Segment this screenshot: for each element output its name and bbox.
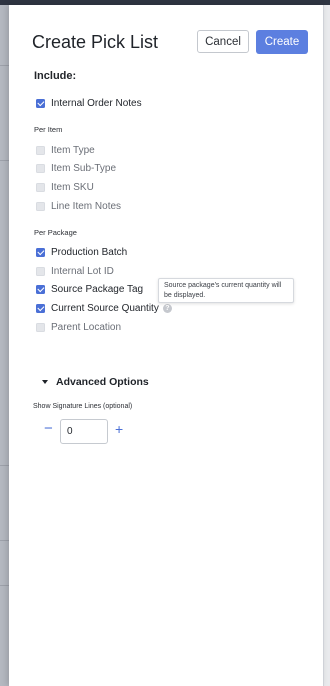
background-divider	[0, 540, 9, 541]
background-divider	[0, 160, 9, 161]
checkbox[interactable]	[36, 145, 45, 155]
scrollbar-track[interactable]	[324, 5, 330, 686]
background-divider	[0, 465, 9, 466]
option-item-type[interactable]: Item Type	[36, 142, 95, 158]
create-pick-list-panel: Create Pick List Cancel Create Include: …	[9, 5, 324, 686]
checkbox[interactable]	[36, 322, 45, 332]
option-label: Internal Lot ID	[51, 265, 114, 277]
signature-lines-label: Show Signature Lines (optional)	[33, 403, 133, 410]
signature-lines-input[interactable]: 0	[60, 419, 108, 444]
option-label: Line Item Notes	[51, 200, 122, 212]
option-label: Source Package Tag	[51, 283, 144, 295]
option-label: Parent Location	[51, 321, 122, 333]
advanced-options-toggle[interactable]: Advanced Options	[42, 376, 149, 388]
option-item-sku[interactable]: Item SKU	[36, 179, 94, 195]
option-internal-order-notes[interactable]: Internal Order Notes	[36, 95, 142, 111]
caret-down-icon	[42, 380, 48, 384]
question-icon[interactable]: ?	[162, 303, 172, 313]
per-package-heading: Per Package	[34, 228, 77, 237]
checkbox[interactable]	[36, 98, 45, 108]
option-current-source-quantity[interactable]: Current Source Quantity ?	[36, 300, 172, 316]
option-label: Item Type	[51, 144, 95, 156]
checkbox[interactable]	[36, 182, 45, 192]
background-divider	[0, 585, 9, 586]
background-page	[0, 5, 9, 686]
option-label: Production Batch	[51, 246, 128, 258]
checkbox[interactable]	[36, 163, 45, 173]
option-label: Current Source Quantity	[51, 302, 159, 314]
option-item-sub-type[interactable]: Item Sub-Type	[36, 160, 116, 176]
decrement-button[interactable]: −	[44, 421, 53, 436]
background-divider	[0, 65, 9, 66]
per-item-heading: Per Item	[34, 125, 63, 134]
tooltip: Source package's current quantity will b…	[158, 278, 294, 303]
option-internal-lot-id[interactable]: Internal Lot ID	[36, 263, 114, 279]
checkbox[interactable]	[36, 201, 45, 211]
option-label: Internal Order Notes	[51, 97, 142, 109]
option-label: Item Sub-Type	[51, 162, 117, 174]
checkbox[interactable]	[36, 266, 45, 276]
checkbox[interactable]	[36, 247, 45, 257]
option-label: Item SKU	[51, 181, 94, 193]
option-line-item-notes[interactable]: Line Item Notes	[36, 198, 121, 214]
checkbox[interactable]	[36, 284, 45, 294]
increment-button[interactable]: +	[115, 422, 123, 437]
cancel-button[interactable]: Cancel	[197, 30, 249, 53]
option-parent-location[interactable]: Parent Location	[36, 319, 121, 335]
dialog-title: Create Pick List	[32, 32, 159, 52]
advanced-options-label: Advanced Options	[56, 376, 149, 388]
create-button[interactable]: Create	[256, 30, 308, 54]
option-source-package-tag[interactable]: Source Package Tag	[36, 281, 143, 297]
checkbox[interactable]	[36, 303, 45, 313]
option-production-batch[interactable]: Production Batch	[36, 244, 127, 260]
include-heading: Include:	[34, 70, 77, 82]
